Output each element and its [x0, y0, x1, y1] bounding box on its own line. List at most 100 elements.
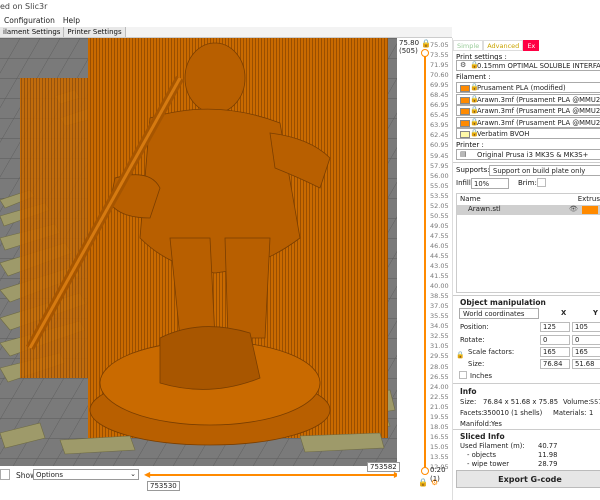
filament-name: Verbatim BVOH: [477, 130, 530, 138]
layer-tick-label: 35.55: [430, 312, 449, 321]
filament-name: Arawn.3mf (Prusament PLA @MMU2): [477, 95, 600, 104]
layer-tick-label: 73.55: [430, 51, 449, 60]
position-x-input[interactable]: 125: [540, 322, 570, 332]
lock-icon: 🔒: [470, 106, 479, 114]
filament-color-swatch[interactable]: [460, 131, 470, 138]
sliced-info-title: Sliced Info: [460, 432, 505, 441]
coordinates-combo[interactable]: World coordinates: [459, 308, 539, 319]
y-header: Y: [593, 309, 598, 317]
layer-tick-label: 56.00: [430, 171, 449, 180]
layer-tick-label: 21.05: [430, 402, 449, 411]
coordinates-value: World coordinates: [463, 310, 525, 318]
layer-tick-label: 60.95: [430, 141, 449, 150]
layer-tick-label: 52.05: [430, 201, 449, 210]
layer-tick-label: 70.60: [430, 71, 449, 80]
tab-filament-settings[interactable]: ilament Settings: [0, 27, 65, 37]
size-x-input[interactable]: 76.84: [540, 359, 570, 369]
filament-combo[interactable]: 🔒 Arawn.3mf (Prusament PLA @MMU2): [456, 116, 600, 128]
lock-icon-bottom[interactable]: 🔒: [418, 478, 428, 487]
sliced-model-render: [0, 38, 397, 466]
rotate-y-input[interactable]: 0: [572, 335, 600, 345]
filament-color-swatch[interactable]: [460, 108, 470, 115]
mode-simple[interactable]: Simple: [453, 40, 484, 51]
filament-name: Arawn.3mf (Prusament PLA @MMU2): [477, 118, 600, 127]
layer-tick-label: 37.05: [430, 302, 449, 311]
mode-bar: Simple Advanced Ex: [453, 40, 600, 51]
chevron-down-icon: ⌄: [130, 470, 136, 478]
horizontal-slider-track[interactable]: ◀ ▶: [144, 470, 400, 479]
layer-tick-label: 53.55: [430, 191, 449, 200]
menu-configuration[interactable]: Configuration: [4, 16, 55, 27]
mode-advanced[interactable]: Advanced: [483, 40, 524, 51]
infill-combo[interactable]: 10%: [471, 178, 509, 189]
info-manifold-label: Manifold:: [460, 420, 492, 428]
wipe-tower-label: - wipe tower: [467, 460, 510, 468]
mode-expert[interactable]: Ex: [523, 40, 540, 51]
filament-color-swatch[interactable]: [460, 96, 470, 104]
wipe-tower-value: 28.79: [538, 460, 558, 468]
options-dropdown[interactable]: Options ⌄: [33, 469, 139, 480]
layer-tick-label: 41.55: [430, 272, 449, 281]
layer-tick-label: 65.45: [430, 111, 449, 120]
scale-x-input[interactable]: 165: [540, 347, 570, 357]
layer-tick-label: 66.95: [430, 101, 449, 110]
vslider-bottom-handle[interactable]: [421, 467, 429, 475]
lock-icon: 🔒: [470, 83, 479, 91]
lock-icon: 🔒: [470, 61, 479, 69]
info-manifold-value: Yes: [491, 420, 502, 428]
info-volume-label: Volume:: [563, 398, 591, 406]
export-gcode-button[interactable]: Export G-code: [456, 470, 600, 488]
lock-icon: 🔒: [470, 94, 479, 103]
info-materials-label: Materials:: [553, 409, 587, 417]
layer-tick-label: 69.95: [430, 81, 449, 90]
layer-tick-label: 71.95: [430, 61, 449, 70]
layer-tick-label: 50.55: [430, 211, 449, 220]
brim-label: Brim:: [518, 179, 537, 187]
brim-checkbox[interactable]: [537, 178, 546, 187]
legend-toggle-button[interactable]: [0, 469, 10, 480]
layer-tick-label: 22.55: [430, 392, 449, 401]
eye-icon[interactable]: 👁: [569, 205, 578, 213]
filament-combo[interactable]: 🔒 Arawn.3mf (Prusament PLA @MMU2): [456, 105, 600, 116]
info-title: Info: [460, 387, 477, 396]
list-header-extruder: Extrus: [577, 195, 600, 203]
size-label: Size:: [468, 360, 485, 368]
layer-tick-label: 46.05: [430, 241, 449, 250]
position-y-input[interactable]: 105: [572, 322, 600, 332]
layer-tick-label: 38.55: [430, 292, 449, 301]
object-manipulation-title: Object manipulation: [460, 298, 546, 307]
printer-label: Printer :: [456, 141, 484, 149]
scale-y-input[interactable]: 165: [572, 347, 600, 357]
info-facets-value: 350010 (1 shells): [483, 409, 543, 417]
objects-value: 11.98: [538, 451, 558, 459]
filament-color-swatch[interactable]: [460, 85, 470, 92]
filament-name: Prusament PLA (modified): [477, 84, 566, 92]
tab-bar: ilament Settings Printer Settings: [0, 27, 452, 38]
printer-icon: ▤: [460, 150, 467, 158]
vertical-slider-track[interactable]: [424, 53, 426, 471]
lock-icon[interactable]: 🔒: [456, 351, 464, 359]
list-item[interactable]: Arawn.stl 👁: [457, 205, 600, 215]
layer-tick-label: 43.05: [430, 262, 449, 271]
filament-combo[interactable]: 🔒 Arawn.3mf (Prusament PLA @MMU2): [456, 93, 600, 105]
rotate-x-input[interactable]: 0: [540, 335, 570, 345]
layer-tick-label: 16.55: [430, 432, 449, 441]
slider-left-handle-icon[interactable]: ◀: [144, 470, 150, 479]
vslider-top-handle[interactable]: [421, 49, 429, 57]
size-y-input[interactable]: 51.68: [572, 359, 600, 369]
tab-printer-settings[interactable]: Printer Settings: [64, 27, 126, 37]
layer-tick-label: 47.55: [430, 231, 449, 240]
inches-checkbox[interactable]: [459, 371, 467, 379]
menu-help[interactable]: Help: [63, 16, 80, 27]
menu-bar: Configuration Help: [0, 13, 600, 27]
filament-color-swatch[interactable]: [460, 119, 470, 127]
supports-combo[interactable]: Support on build plate only: [489, 165, 600, 176]
filament-combo[interactable]: 🔒 Prusament PLA (modified): [456, 82, 600, 93]
print-settings-combo[interactable]: ⚙ 🔒 0.15mm OPTIMAL SOLUBLE INTERFACE (m: [456, 60, 600, 71]
printer-combo[interactable]: ▤ Original Prusa i3 MK3S & MK3S+: [456, 149, 600, 160]
layer-tick-label: 49.05: [430, 221, 449, 230]
3d-preview-viewport[interactable]: [0, 38, 397, 466]
filament-combo[interactable]: 🔒 Verbatim BVOH: [456, 128, 600, 139]
extruder-color-swatch[interactable]: [582, 206, 598, 214]
layer-tick-label: 18.05: [430, 422, 449, 431]
